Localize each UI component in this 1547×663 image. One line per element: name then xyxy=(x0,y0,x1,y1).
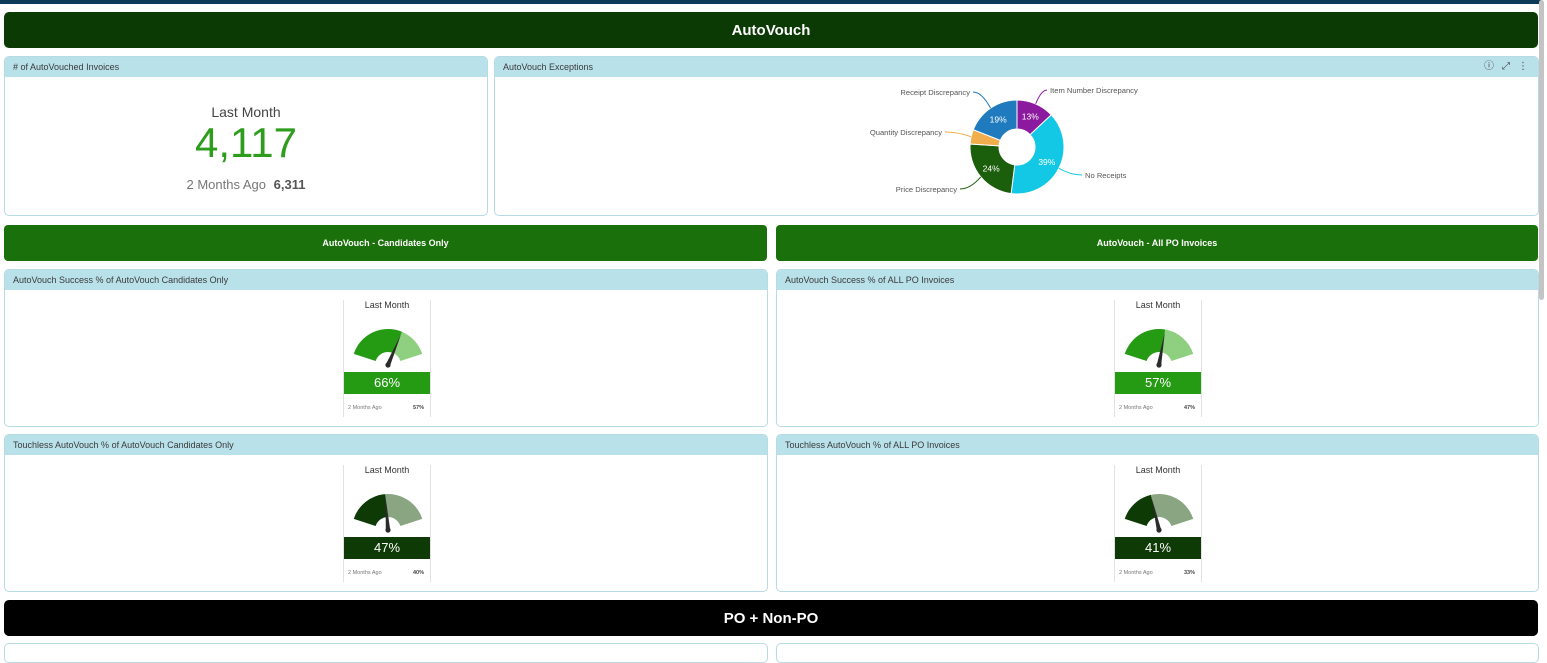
candidates-only-header: AutoVouch - Candidates Only xyxy=(4,225,767,261)
next-card-right xyxy=(776,643,1539,663)
slice-category-label: Item Number Discrepancy xyxy=(1050,86,1138,95)
gauge-filled-arc xyxy=(353,329,403,361)
gauge-filled-arc xyxy=(353,494,388,526)
kpi-value: 4,117 xyxy=(195,119,297,166)
gauge-previous-value: 47% xyxy=(1183,405,1195,411)
autovouch-section-header: AutoVouch xyxy=(4,12,1538,48)
card-title: AutoVouch Exceptions ⓘ ⤢ ⋮ xyxy=(495,57,1538,77)
gauge-widget: Last Month 41% 2 Months Ago 33% xyxy=(1114,465,1202,582)
gauge-previous-label: 2 Months Ago xyxy=(348,405,382,411)
gauge-value: 66% xyxy=(344,372,430,394)
gauge-footer: 2 Months Ago 57% xyxy=(348,405,424,411)
gauge-footer: 2 Months Ago 40% xyxy=(348,570,424,576)
slice-percent-label: 39% xyxy=(1038,157,1055,167)
vertical-scrollbar[interactable] xyxy=(1539,0,1544,300)
all-po-invoices-header: AutoVouch - All PO Invoices xyxy=(776,225,1538,261)
gauge-needle-hub xyxy=(1156,362,1162,368)
po-non-po-section-header: PO + Non-PO xyxy=(4,600,1538,636)
card-title: Touchless AutoVouch % of ALL PO Invoices xyxy=(777,435,1538,455)
exceptions-donut-chart: 13% Item Number Discrepancy 39% No Receipts… xyxy=(870,86,1138,195)
gauge-footer: 2 Months Ago 33% xyxy=(1119,570,1195,576)
top-accent-bar xyxy=(0,0,1541,4)
gauge-needle-hub xyxy=(1156,527,1162,533)
gauge-needle-hub xyxy=(385,362,391,368)
kpi-period-label: Last Month xyxy=(211,104,281,120)
card-title: # of AutoVouched Invoices xyxy=(5,57,487,77)
slice-category-label: No Receipts xyxy=(1085,171,1127,180)
slice-leader-line xyxy=(1058,167,1083,176)
gauge-card: AutoVouch Success % of ALL PO Invoices L… xyxy=(776,269,1539,427)
gauge-dial xyxy=(353,329,423,368)
card-title-text: AutoVouch Exceptions xyxy=(503,62,594,72)
gauge-value: 41% xyxy=(1115,537,1201,559)
kpi-previous-label: 2 Months Ago xyxy=(186,177,267,192)
gauge-dial xyxy=(353,494,423,533)
gauge-previous-value: 57% xyxy=(412,405,424,411)
slice-percent-label: 24% xyxy=(983,163,1000,173)
gauge-card: Touchless AutoVouch % of ALL PO Invoices… xyxy=(776,434,1539,592)
slice-percent-label: 19% xyxy=(990,114,1007,124)
expand-icon[interactable]: ⤢ xyxy=(1502,57,1510,77)
gauge-remaining-arc xyxy=(385,494,423,526)
card-toolbar: ⓘ ⤢ ⋮ xyxy=(1484,57,1528,77)
gauge-previous-label: 2 Months Ago xyxy=(348,570,382,576)
gauge-value: 47% xyxy=(344,537,430,559)
gauge-card: AutoVouch Success % of AutoVouch Candida… xyxy=(4,269,768,427)
slice-leader-line xyxy=(1035,89,1048,105)
slice-category-label: Price Discrepancy xyxy=(896,185,957,194)
card-title: AutoVouch Success % of ALL PO Invoices xyxy=(777,270,1538,290)
gauge-widget: Last Month 47% 2 Months Ago 40% xyxy=(343,465,431,582)
slice-leader-line xyxy=(972,91,992,109)
gauge-previous-label: 2 Months Ago xyxy=(1119,570,1153,576)
gauge-period: Last Month xyxy=(1135,300,1181,310)
autovouched-invoices-card: # of AutoVouched Invoices Last Month 4,1… xyxy=(4,56,488,216)
gauge-filled-arc xyxy=(1124,494,1157,526)
autovouch-exceptions-card: AutoVouch Exceptions ⓘ ⤢ ⋮ 13% Item Numbe… xyxy=(494,56,1539,216)
info-icon[interactable]: ⓘ xyxy=(1484,57,1494,77)
gauge-period: Last Month xyxy=(364,465,410,475)
slice-percent-label: 13% xyxy=(1022,111,1039,121)
card-title: Touchless AutoVouch % of AutoVouch Candi… xyxy=(5,435,767,455)
slice-leader-line xyxy=(959,176,982,190)
slice-category-label: Quantity Discrepancy xyxy=(870,128,942,137)
gauge-dial xyxy=(1124,329,1194,368)
gauge-card: Touchless AutoVouch % of AutoVouch Candi… xyxy=(4,434,768,592)
kpi-previous-value: 6,311 xyxy=(273,177,306,192)
next-card-left xyxy=(4,643,768,663)
slice-leader-line xyxy=(944,131,972,138)
kpi-previous: 2 Months Ago 6,311 xyxy=(5,177,487,192)
gauge-previous-label: 2 Months Ago xyxy=(1119,405,1153,411)
gauge-previous-value: 33% xyxy=(1183,570,1195,576)
gauge-previous-value: 40% xyxy=(412,570,424,576)
gauge-period: Last Month xyxy=(1135,465,1181,475)
gauge-widget: Last Month 57% 2 Months Ago 47% xyxy=(1114,300,1202,417)
card-title: AutoVouch Success % of AutoVouch Candida… xyxy=(5,270,767,290)
gauge-footer: 2 Months Ago 47% xyxy=(1119,405,1195,411)
gauge-needle-hub xyxy=(385,527,391,533)
slice-category-label: Receipt Discrepancy xyxy=(900,88,970,97)
gauge-dial xyxy=(1124,494,1194,533)
more-vertical-icon[interactable]: ⋮ xyxy=(1518,57,1528,77)
gauge-remaining-arc xyxy=(1161,329,1194,361)
gauge-period: Last Month xyxy=(364,300,410,310)
gauge-widget: Last Month 66% 2 Months Ago 57% xyxy=(343,300,431,417)
gauge-value: 57% xyxy=(1115,372,1201,394)
